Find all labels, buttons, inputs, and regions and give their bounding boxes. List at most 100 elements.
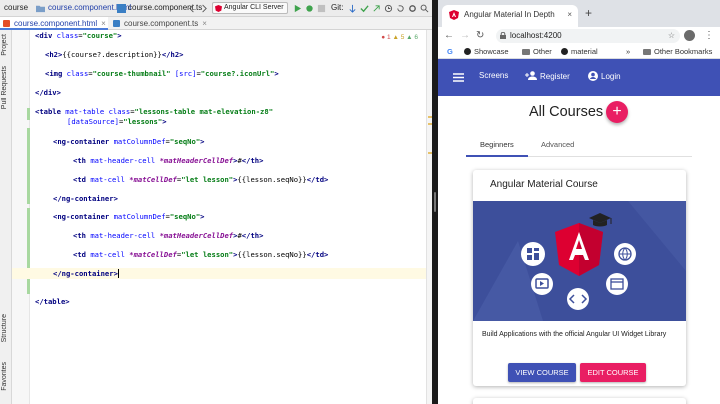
history-icon[interactable] — [384, 4, 393, 13]
code-line-4: </div> — [35, 88, 61, 97]
browser-tab-title: Angular Material In Depth — [464, 10, 555, 19]
github-icon — [464, 48, 471, 55]
vcs-change-marker — [27, 108, 30, 120]
tab-course-component-html[interactable]: course.component.html × — [0, 17, 108, 30]
error-count: ● 1 — [381, 34, 391, 41]
git-label: Git: — [331, 3, 344, 12]
other-bookmarks[interactable]: Other Bookmarks — [643, 47, 712, 56]
forward-arrow-icon[interactable] — [199, 4, 208, 13]
bookmarks-overflow[interactable]: » — [626, 47, 630, 56]
info-icon[interactable] — [500, 32, 506, 39]
code-line-6: [dataSource]="lessons"> — [67, 117, 167, 126]
code-line-3: <img class="course-thumbnail" [src]="cou… — [45, 69, 279, 78]
inspection-status[interactable]: ● 1 ▲ 5 ▲ 6 — [381, 34, 418, 41]
code-editor[interactable]: ● 1 ▲ 5 ▲ 6 <div class="course"> <h2>{{c… — [12, 30, 426, 404]
tool-pull-requests[interactable]: Pull Requests — [1, 66, 8, 109]
url-text: localhost:4200 — [510, 31, 562, 40]
tab-label: course.component.ts — [124, 19, 199, 28]
back-arrow-icon[interactable] — [188, 4, 197, 13]
angular-material-illustration — [473, 201, 686, 321]
app-content: All Courses + Beginners Advanced Angular… — [438, 96, 720, 404]
browser-tab[interactable]: Angular Material In Depth × — [442, 5, 578, 27]
more-menu-icon[interactable]: ⋮ — [704, 30, 714, 41]
tab-ink-bar — [466, 155, 528, 157]
code-line-13: <td mat-cell *matCellDef="let lesson">{{… — [73, 250, 329, 259]
nav-login[interactable]: Login — [588, 71, 621, 81]
account-circle-icon — [588, 71, 598, 81]
close-tab-icon[interactable]: × — [567, 5, 572, 25]
git-push-icon[interactable] — [372, 4, 381, 13]
warning-count: ▲ 5 — [392, 34, 405, 41]
code-line-9: <td mat-cell *matCellDef="let lesson">{{… — [73, 175, 329, 184]
github-icon — [561, 48, 568, 55]
tab-course-component-ts[interactable]: course.component.ts × — [110, 17, 210, 30]
tool-window-bar: Project Pull Requests Structure Favorite… — [0, 30, 12, 404]
nav-screens[interactable]: Screens — [479, 71, 508, 80]
forward-icon[interactable]: → — [460, 30, 470, 41]
course-card-description: Build Applications with the official Ang… — [482, 331, 667, 338]
run-config-select[interactable]: Angular CLI Server — [212, 2, 288, 14]
editor-gutter — [12, 30, 30, 404]
debug-icon[interactable] — [305, 4, 314, 13]
divider-grip[interactable] — [434, 192, 436, 212]
add-course-button[interactable]: + — [606, 101, 628, 123]
close-icon[interactable]: × — [101, 19, 106, 28]
code-line-14-current: </ng-container> — [12, 268, 426, 279]
search-icon[interactable] — [420, 4, 429, 13]
ide-toolbar: course course.component.html course.comp… — [0, 0, 432, 17]
tab-advanced[interactable]: Advanced — [541, 140, 574, 149]
bookmark-material[interactable]: material — [561, 47, 598, 56]
menu-icon[interactable] — [453, 73, 464, 82]
calendar-icon — [606, 273, 628, 295]
close-icon[interactable]: × — [202, 19, 207, 28]
revert-icon[interactable] — [396, 4, 405, 13]
back-icon[interactable]: ← — [444, 30, 454, 41]
ts-file-icon — [113, 20, 120, 27]
edit-course-button[interactable]: EDIT COURSE — [580, 363, 646, 382]
folder-icon — [522, 49, 530, 55]
dashboard-icon — [521, 242, 545, 266]
tool-structure[interactable]: Structure — [1, 314, 8, 342]
course-tab-group: Beginners Advanced — [466, 134, 692, 157]
code-line-11: <ng-container matColumnDef="seqNo"> — [53, 212, 205, 221]
app-toolbar: Screens Register Login — [438, 59, 720, 96]
stop-icon[interactable] — [317, 4, 326, 13]
url-field[interactable]: localhost:4200 ☆ — [496, 29, 680, 43]
profile-avatar[interactable] — [684, 30, 695, 41]
git-update-icon[interactable] — [348, 4, 357, 13]
code-line-8: <th mat-header-cell *matHeaderCellDef>#<… — [73, 156, 264, 165]
graduation-cap-icon — [589, 213, 611, 223]
settings-icon[interactable] — [408, 4, 417, 13]
project-label[interactable]: course — [4, 3, 28, 12]
reload-icon[interactable]: ↻ — [476, 30, 484, 41]
google-icon[interactable]: G — [447, 47, 453, 56]
weak-warning-count: ▲ 6 — [406, 34, 418, 41]
vcs-change-marker — [27, 208, 30, 294]
screen: course course.component.html course.comp… — [0, 0, 720, 404]
git-commit-icon[interactable] — [360, 4, 369, 13]
view-course-button[interactable]: VIEW COURSE — [508, 363, 576, 382]
ts-file-icon — [117, 4, 126, 13]
code-line-1: <div class="course"> — [35, 31, 122, 40]
address-bar-row: ← → ↻ localhost:4200 ☆ ⋮ — [438, 27, 720, 45]
nav-register[interactable]: Register — [525, 71, 570, 81]
person-add-icon — [525, 71, 537, 80]
tab-beginners[interactable]: Beginners — [480, 140, 514, 149]
code-line-7: <ng-container matColumnDef="seqNo"> — [53, 137, 205, 146]
bookmark-star-icon[interactable]: ☆ — [668, 29, 675, 43]
browser-window: Angular Material In Depth × + ← → ↻ loca… — [438, 0, 720, 404]
vcs-change-marker — [27, 128, 30, 204]
run-icon[interactable] — [293, 4, 302, 13]
ide-window: course course.component.html course.comp… — [0, 0, 432, 404]
angular-icon — [215, 5, 222, 12]
bookmarks-bar: G Showcase Other material » Other Bookma… — [438, 45, 720, 59]
tool-favorites[interactable]: Favorites — [1, 362, 8, 391]
tab-label: course.component.html — [14, 19, 98, 28]
bookmark-showcase[interactable]: Showcase — [464, 47, 509, 56]
tool-project[interactable]: Project — [1, 34, 8, 56]
folder-icon — [36, 5, 45, 13]
bookmark-other[interactable]: Other — [522, 47, 552, 56]
new-tab-icon[interactable]: + — [585, 6, 592, 20]
course-card: Angular Material Course Build Applicatio… — [473, 170, 686, 386]
browser-tab-strip: Angular Material In Depth × + — [438, 0, 720, 27]
